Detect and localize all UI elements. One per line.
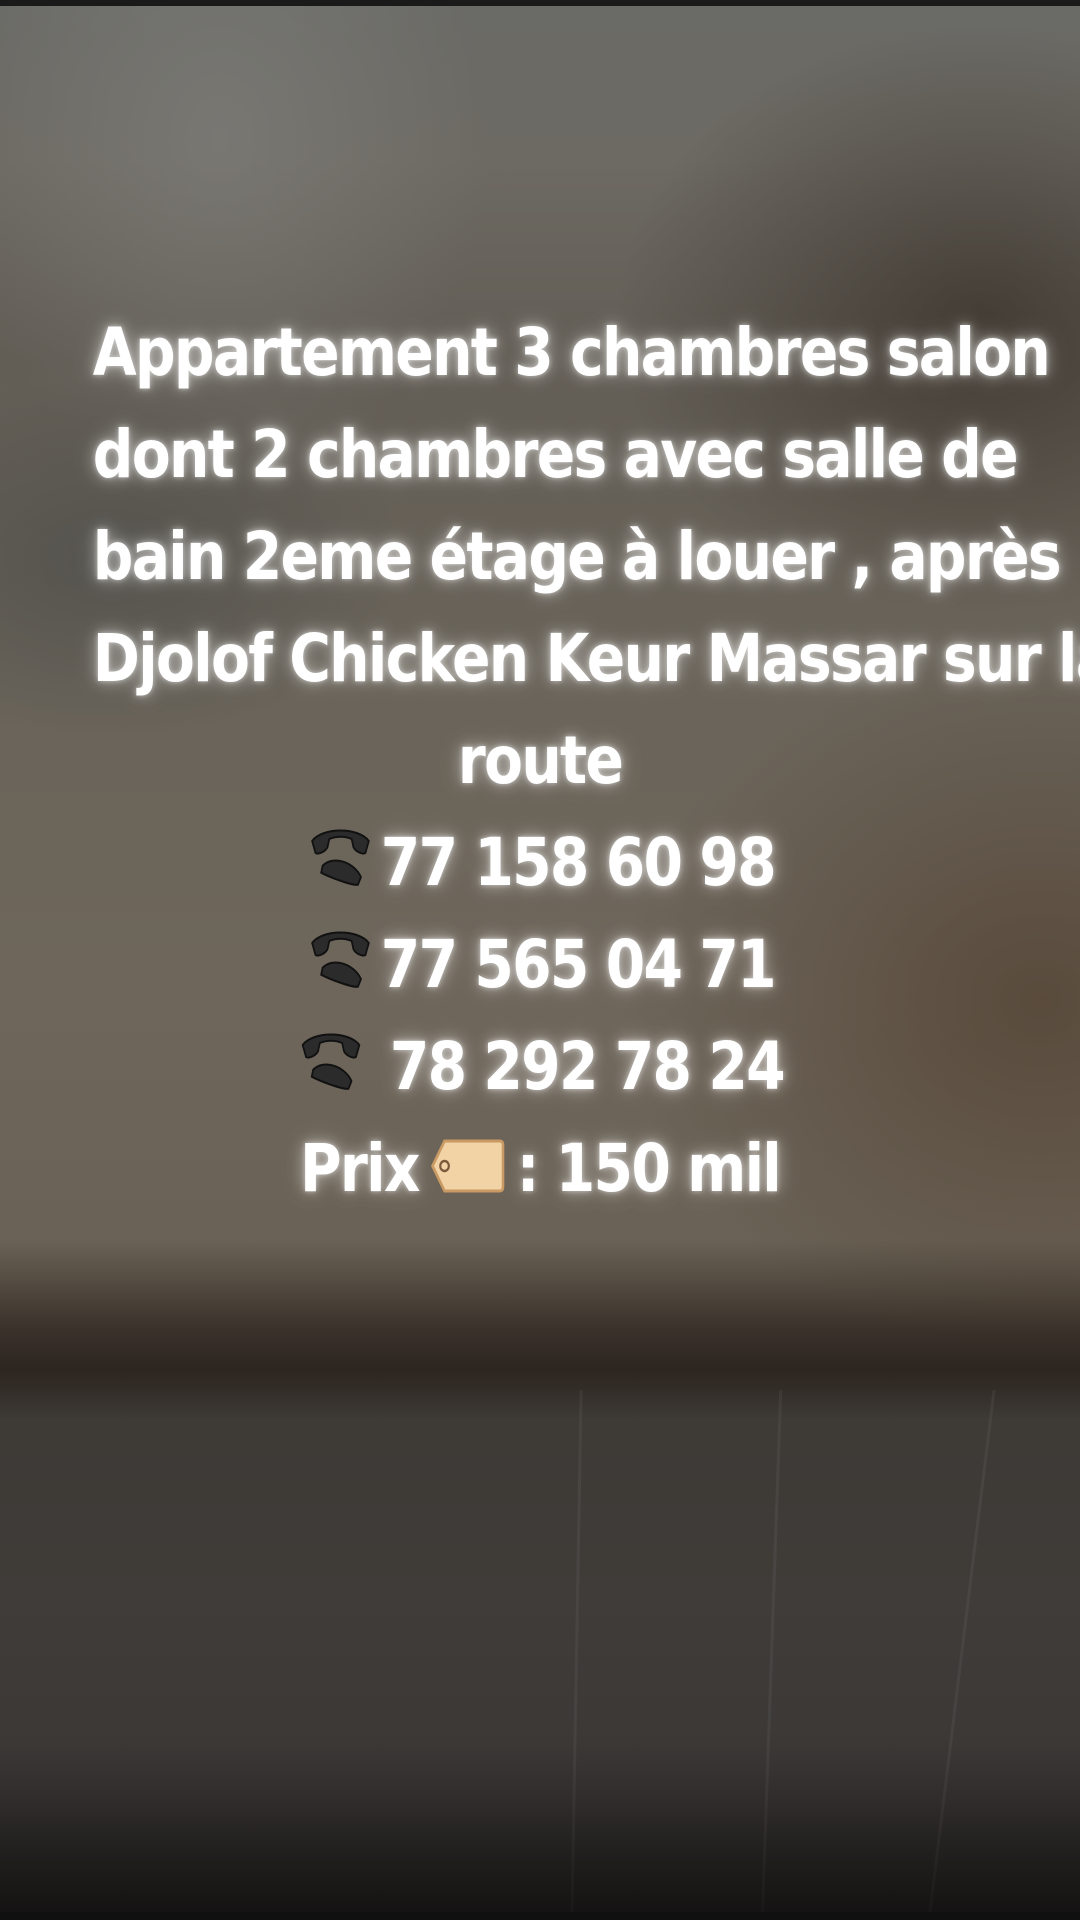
phone-line: 78 292 78 24 xyxy=(93,1016,987,1118)
phone-line: 77 158 60 98 xyxy=(93,812,987,914)
bottom-edge-bar xyxy=(0,1912,1080,1920)
phone-number: 78 292 78 24 xyxy=(371,1028,786,1105)
phone-number: 77 565 04 71 xyxy=(380,926,777,1003)
description-line: dont 2 chambres avec salle de xyxy=(92,416,1019,493)
telephone-icon xyxy=(305,924,376,996)
price-line: Prix : 150 mil xyxy=(93,1118,987,1220)
phone-number: 77 158 60 98 xyxy=(380,824,777,901)
telephone-icon xyxy=(296,1026,367,1098)
description-line: Djolof Chicken Keur Massar sur la xyxy=(92,620,1080,697)
top-edge-bar xyxy=(0,0,1080,6)
bottom-shadow xyxy=(0,1740,1080,1920)
listing-caption: Appartement 3 chambres salon dont 2 cham… xyxy=(92,302,1080,1220)
price-value: : 150 mil xyxy=(516,1130,782,1207)
telephone-icon xyxy=(305,822,376,894)
price-label: Prix xyxy=(299,1130,421,1207)
description-line: bain 2eme étage à louer , après xyxy=(92,518,1062,595)
price-tag-icon xyxy=(431,1122,505,1193)
description-line: route xyxy=(457,722,624,799)
story-screen: Appartement 3 chambres salon dont 2 cham… xyxy=(0,0,1080,1920)
description-line: Appartement 3 chambres salon xyxy=(92,314,1051,391)
phone-line: 77 565 04 71 xyxy=(93,914,987,1016)
